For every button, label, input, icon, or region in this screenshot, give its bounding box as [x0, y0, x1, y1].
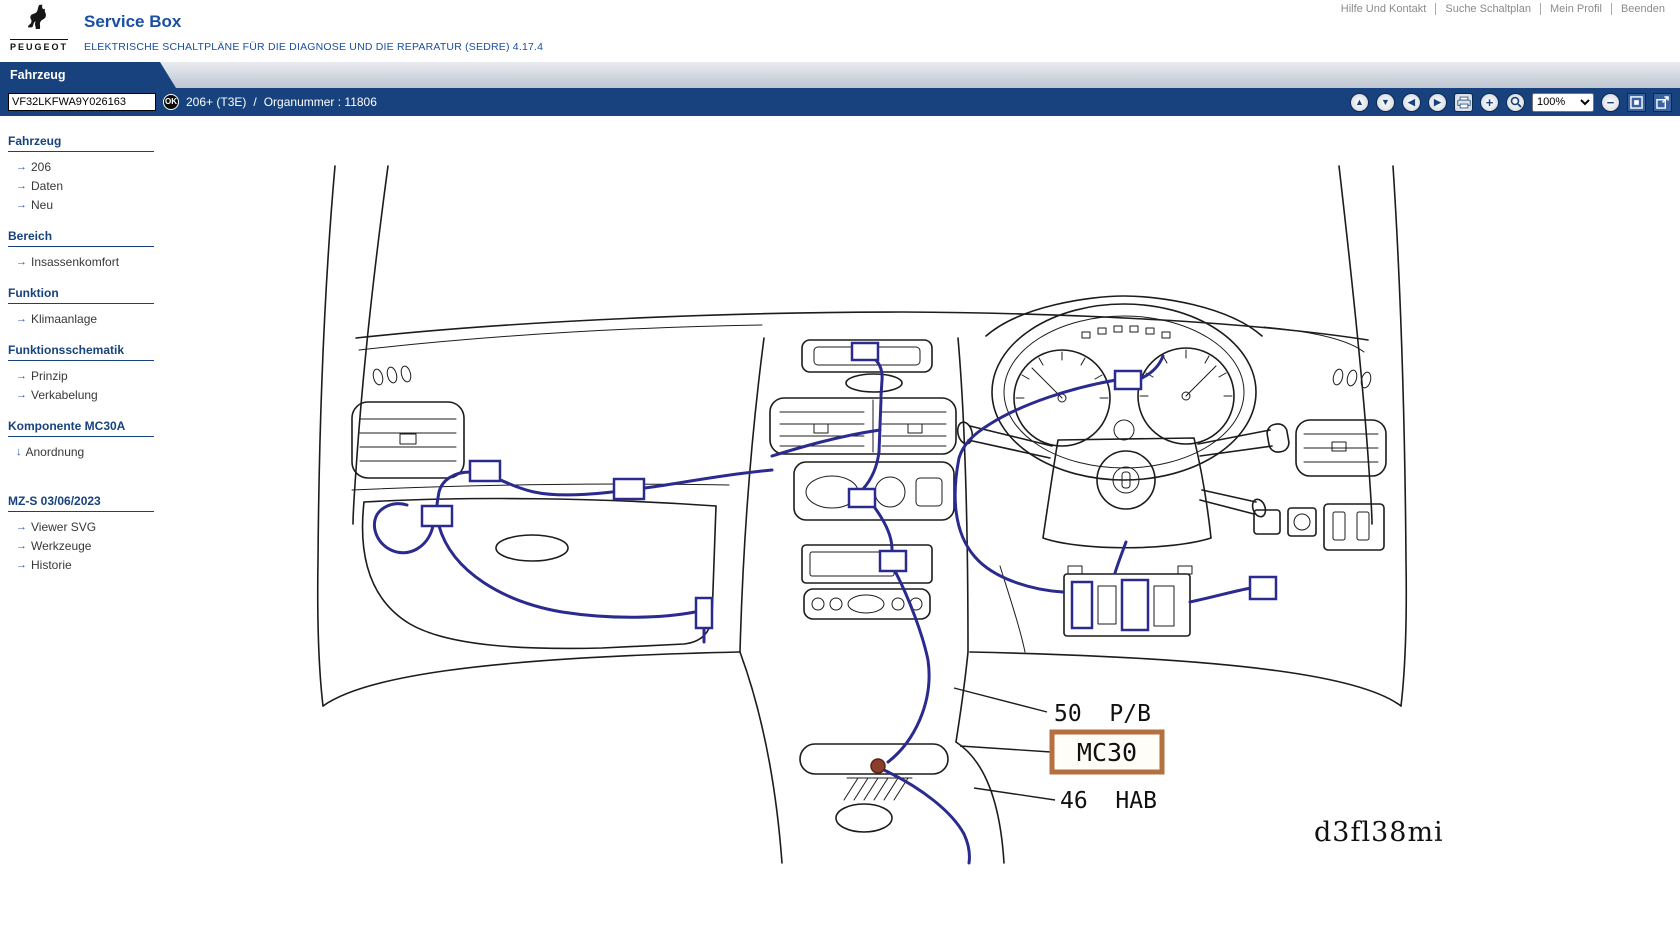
sidebar-item-klimaanlage[interactable]: → Klimaanlage — [16, 311, 292, 327]
fit-screen-icon[interactable] — [1627, 93, 1646, 112]
diagram-canvas[interactable]: 50 P/B MC30 46 HAB d3fl38mi — [292, 116, 1680, 925]
arrow-right-icon: → — [16, 557, 27, 573]
zoom-out-icon[interactable]: − — [1601, 93, 1620, 112]
arrow-right-icon: → — [16, 159, 27, 175]
link-beenden[interactable]: Beenden — [1611, 3, 1674, 15]
top-links: Hilfe Und Kontakt Suche Schaltplan Mein … — [1332, 3, 1674, 15]
mc30-ground-node — [871, 759, 885, 773]
arrow-right-icon: → — [16, 197, 27, 213]
sidebar-section-funktionsschematik: Funktionsschematik — [8, 343, 154, 361]
callout-46-hab: 46 HAB — [1060, 788, 1157, 814]
vin-input[interactable] — [8, 93, 156, 111]
link-suche-schaltplan[interactable]: Suche Schaltplan — [1435, 3, 1540, 15]
steering-column — [956, 421, 1291, 548]
sidebar: Fahrzeug → 206 → Daten → Neu Bereich → I… — [0, 116, 292, 925]
app-subtitle: ELEKTRISCHE SCHALTPLÄNE FÜR DIE DIAGNOSE… — [84, 41, 543, 53]
link-mein-profil[interactable]: Mein Profil — [1540, 3, 1611, 15]
sidebar-section-funktion: Funktion — [8, 286, 154, 304]
arrow-down-icon: ↓ — [16, 444, 22, 460]
nav-left-icon[interactable]: ◀ — [1402, 93, 1421, 112]
arrow-right-icon: → — [16, 311, 27, 327]
peugeot-logo: PEUGEOT — [10, 3, 68, 52]
sidebar-item-anordnung[interactable]: ↓ Anordnung — [16, 444, 292, 460]
sidebar-item-neu[interactable]: → Neu — [16, 197, 292, 213]
link-hilfe-und-kontakt[interactable]: Hilfe Und Kontakt — [1332, 3, 1436, 15]
sidebar-item-viewer-svg[interactable]: → Viewer SVG — [16, 519, 292, 535]
sidebar-item-label: Werkzeuge — [31, 538, 91, 554]
arrow-right-icon: → — [16, 519, 27, 535]
speaker-grilles — [372, 365, 1373, 389]
left-air-vent — [352, 402, 464, 478]
sidebar-section-mzs-date: MZ-S 03/06/2023 — [8, 494, 154, 512]
print-icon[interactable] — [1454, 93, 1473, 112]
callout-mc30: MC30 — [1077, 738, 1137, 767]
vehicle-label: 206+ (T3E) — [186, 95, 246, 109]
nav-down-icon[interactable]: ▼ — [1376, 93, 1395, 112]
dashboard-diagram: 50 P/B MC30 46 HAB d3fl38mi — [292, 116, 1680, 925]
sidebar-item-label: Prinzip — [31, 368, 68, 384]
glovebox — [352, 484, 729, 648]
arrow-right-icon: → — [16, 368, 27, 384]
diagram-watermark: d3fl38mi — [1314, 817, 1444, 848]
peugeot-lion-icon — [22, 3, 56, 33]
arrow-right-icon: → — [16, 178, 27, 194]
sidebar-item-insassenkomfort[interactable]: → Insassenkomfort — [16, 254, 292, 270]
zoom-in-icon[interactable]: + — [1480, 93, 1499, 112]
ok-button[interactable]: OK — [163, 94, 179, 110]
sidebar-item-label: 206 — [31, 159, 51, 175]
arrow-right-icon: → — [16, 538, 27, 554]
nav-right-icon[interactable]: ▶ — [1428, 93, 1447, 112]
sidebar-item-prinzip[interactable]: → Prinzip — [16, 368, 292, 384]
arrow-right-icon: → — [16, 254, 27, 270]
brand-text: PEUGEOT — [10, 39, 68, 52]
sidebar-item-label: Klimaanlage — [31, 311, 97, 327]
zoom-select[interactable]: 100% — [1532, 93, 1594, 112]
toolbar: OK 206+ (T3E) / Organummer : 11806 ▲ ▼ ◀… — [0, 88, 1680, 116]
tab-bar: Fahrzeug — [0, 62, 1680, 88]
sidebar-section-fahrzeug: Fahrzeug — [8, 134, 154, 152]
sidebar-item-historie[interactable]: → Historie — [16, 557, 292, 573]
sidebar-item-label: Viewer SVG — [31, 519, 96, 535]
nav-up-icon[interactable]: ▲ — [1350, 93, 1369, 112]
callout-50-pb: 50 P/B — [1054, 701, 1151, 727]
sidebar-section-bereich: Bereich — [8, 229, 154, 247]
arrow-right-icon: → — [16, 387, 27, 403]
app-header: PEUGEOT Service Box ELEKTRISCHE SCHALTPL… — [0, 0, 1680, 62]
sidebar-section-komponente-mc30a: Komponente MC30A — [8, 419, 154, 437]
sidebar-item-label: Historie — [31, 557, 72, 573]
sidebar-item-daten[interactable]: → Daten — [16, 178, 292, 194]
separator-label: / — [253, 95, 256, 109]
dashboard-lower-edge — [323, 652, 1401, 706]
sidebar-item-verkabelung[interactable]: → Verkabelung — [16, 387, 292, 403]
open-window-icon[interactable] — [1653, 93, 1672, 112]
sidebar-item-label: Daten — [31, 178, 63, 194]
center-console — [740, 652, 1004, 863]
sidebar-item-206[interactable]: → 206 — [16, 159, 292, 175]
sidebar-item-label: Verkabelung — [31, 387, 98, 403]
sidebar-item-label: Insassenkomfort — [31, 254, 119, 270]
fuse-box — [1000, 566, 1192, 652]
organ-number-label: Organummer : 11806 — [264, 95, 377, 109]
sidebar-item-werkzeuge[interactable]: → Werkzeuge — [16, 538, 292, 554]
magnifier-icon[interactable] — [1506, 93, 1525, 112]
sidebar-item-label: Neu — [31, 197, 53, 213]
app-title: Service Box — [84, 12, 181, 32]
tab-fahrzeug[interactable]: Fahrzeug — [0, 62, 176, 88]
sidebar-item-label: Anordnung — [26, 444, 85, 460]
callouts: 50 P/B MC30 46 HAB — [954, 688, 1162, 814]
